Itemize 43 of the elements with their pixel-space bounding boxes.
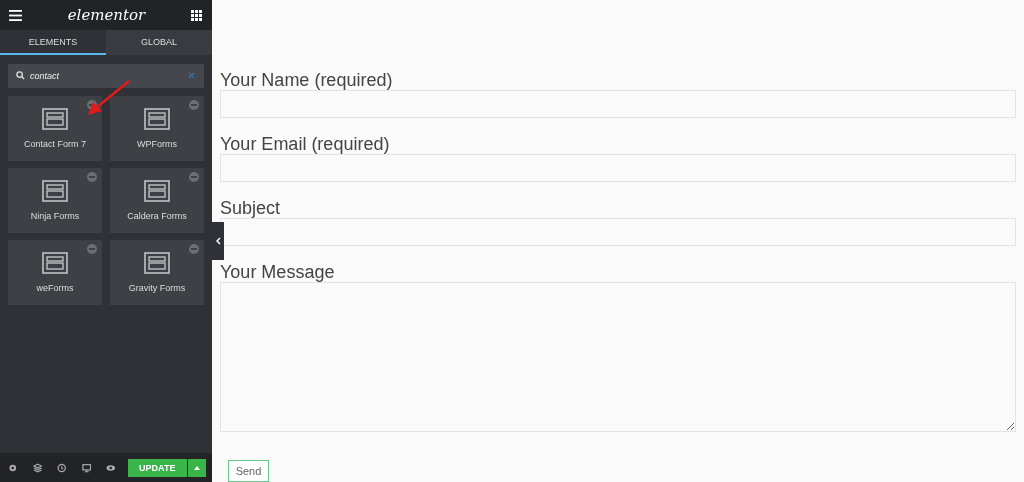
pro-badge-icon xyxy=(87,244,97,254)
form-icon xyxy=(42,108,68,130)
eye-icon[interactable] xyxy=(106,462,116,473)
form-icon xyxy=(144,180,170,202)
search-field[interactable]: contact xyxy=(8,64,204,88)
desktop-icon[interactable] xyxy=(81,462,91,473)
form-icon xyxy=(42,180,68,202)
field-label: Your Email (required) xyxy=(220,134,391,154)
form-icon xyxy=(144,108,170,130)
widget-tile[interactable]: WPForms xyxy=(110,96,204,161)
widget-tile[interactable]: Ninja Forms xyxy=(8,168,102,233)
send-button[interactable]: Send xyxy=(228,460,269,482)
update-options-button[interactable] xyxy=(188,458,207,477)
widget-tile[interactable]: Gravity Forms xyxy=(110,240,204,305)
field-label: Your Name (required) xyxy=(220,70,394,90)
menu-icon[interactable] xyxy=(9,9,22,21)
settings-icon[interactable] xyxy=(8,462,18,473)
input-field[interactable] xyxy=(220,218,1016,246)
message-field[interactable] xyxy=(220,282,1016,432)
widget-label: weForms xyxy=(36,283,74,293)
pro-badge-icon xyxy=(189,244,199,254)
pro-badge-icon xyxy=(189,172,199,182)
history-icon[interactable] xyxy=(57,462,67,473)
widget-label: Ninja Forms xyxy=(30,211,80,221)
form-icon xyxy=(42,252,68,274)
panel-tab[interactable]: GLOBAL xyxy=(106,30,212,55)
form-icon xyxy=(144,252,170,274)
layers-icon[interactable] xyxy=(32,462,42,473)
pro-badge-icon xyxy=(87,172,97,182)
widget-tile[interactable]: Caldera Forms xyxy=(110,168,204,233)
pro-badge-icon xyxy=(189,100,199,110)
logo: elementor xyxy=(67,6,146,24)
widget-label: Contact Form 7 xyxy=(24,139,86,149)
widget-tile[interactable]: weForms xyxy=(8,240,102,305)
field-label: Subject xyxy=(220,198,282,218)
chevron-left-icon xyxy=(215,237,221,245)
apps-grid-icon[interactable] xyxy=(191,9,202,21)
widget-label: WPForms xyxy=(137,139,177,149)
widget-label: Caldera Forms xyxy=(127,211,187,221)
caret-up-icon xyxy=(194,465,200,470)
widget-tile[interactable]: Contact Form 7 xyxy=(8,96,102,161)
widget-label: Gravity Forms xyxy=(128,283,186,293)
field-label: Your Message xyxy=(220,262,336,282)
